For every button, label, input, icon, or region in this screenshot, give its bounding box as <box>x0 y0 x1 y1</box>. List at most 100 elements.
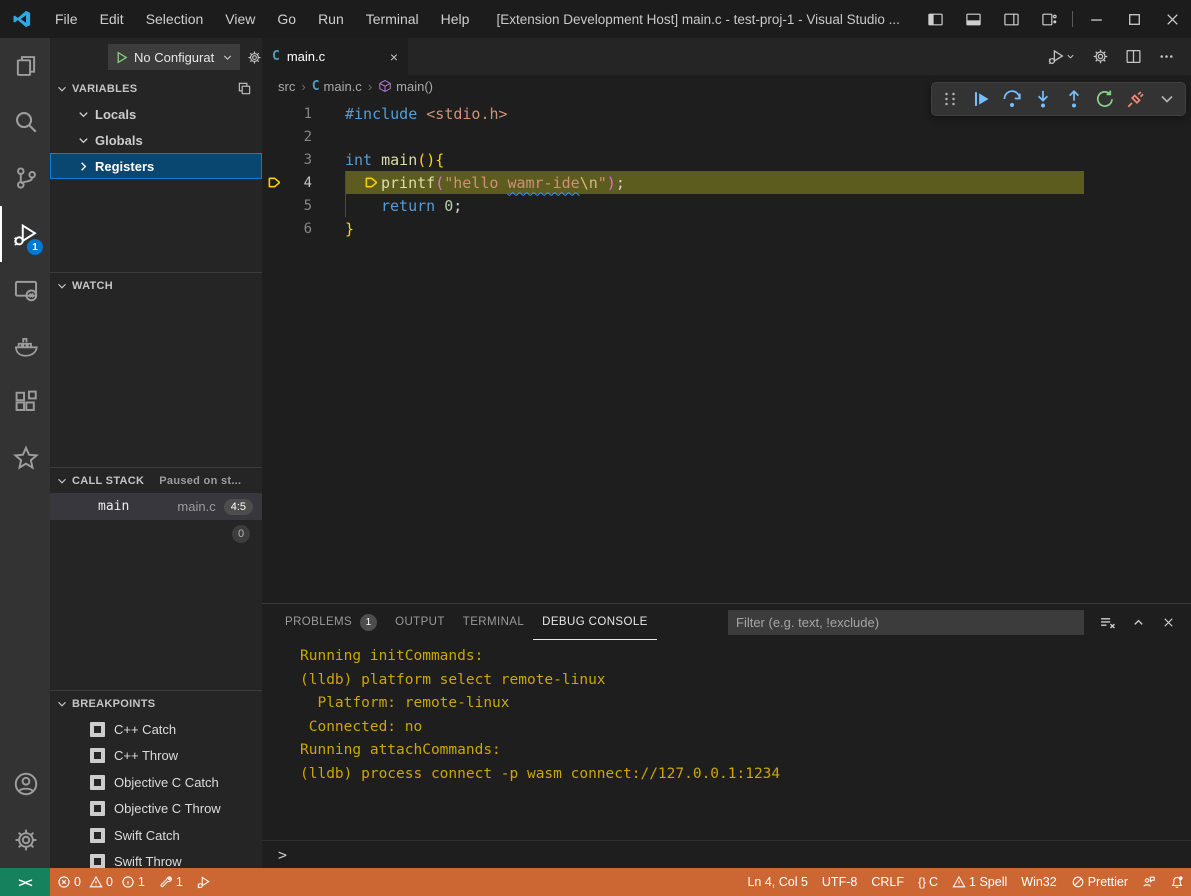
breakpoint-checkbox[interactable] <box>90 722 105 737</box>
variables-scope-registers[interactable]: Registers <box>50 153 262 179</box>
statusbar-spell-checker[interactable]: 1 Spell <box>945 868 1014 896</box>
statusbar-part: Win32 <box>1021 875 1056 889</box>
menu-help[interactable]: Help <box>430 0 481 38</box>
statusbar-prettier[interactable]: Prettier <box>1064 868 1135 896</box>
close-button[interactable] <box>1153 0 1191 38</box>
statusbar-encoding[interactable]: UTF-8 <box>815 868 864 896</box>
variables-scope-locals[interactable]: Locals <box>50 101 262 127</box>
disconnect-button[interactable] <box>1126 89 1146 109</box>
statusbar-part: 1 Spell <box>952 875 1007 889</box>
variables-scope-globals[interactable]: Globals <box>50 127 262 153</box>
activity-item-accounts[interactable] <box>0 756 50 812</box>
menu-go[interactable]: Go <box>266 0 307 38</box>
breakpoint-item[interactable]: Objective C Catch <box>50 769 262 796</box>
variables-header[interactable]: VARIABLES <box>50 76 262 101</box>
activity-item-remote-explorer[interactable] <box>0 262 50 318</box>
duplicate-icon[interactable] <box>237 81 252 96</box>
statusbar-feedback[interactable] <box>1135 868 1163 896</box>
activity-item-docker[interactable] <box>0 318 50 374</box>
step-into-button[interactable] <box>1033 89 1053 109</box>
debug-run-dropdown-button[interactable] <box>1048 48 1076 66</box>
customize-layout-button[interactable] <box>1030 0 1068 38</box>
step-out-button[interactable] <box>1064 89 1084 109</box>
debug-config-dropdown[interactable]: No Configurat <box>108 44 240 70</box>
gear-icon[interactable] <box>247 49 262 66</box>
statusbar-eol[interactable]: CRLF <box>864 868 911 896</box>
menu-terminal[interactable]: Terminal <box>355 0 430 38</box>
split-editor-button[interactable] <box>1125 48 1142 66</box>
breakpoint-checkbox[interactable] <box>90 801 105 816</box>
maximize-button[interactable] <box>1115 0 1153 38</box>
statusbar-cursor-position[interactable]: Ln 4, Col 5 <box>740 868 814 896</box>
stack-frame[interactable]: mainmain.c4:5 <box>50 493 262 520</box>
debug-console-input[interactable]: > <box>262 840 1191 868</box>
breakpoint-item[interactable]: Swift Catch <box>50 822 262 849</box>
layout-secondary-sidebar-button[interactable] <box>992 0 1030 38</box>
layout-panel-button[interactable] <box>954 0 992 38</box>
more-actions-button[interactable] <box>1158 48 1175 66</box>
statusbar-problems[interactable]: 001 <box>50 868 152 896</box>
breakpoint-checkbox[interactable] <box>90 828 105 843</box>
close-panel-icon[interactable] <box>1161 615 1176 630</box>
panel-tab-output[interactable]: OUTPUT <box>386 604 454 640</box>
console-line: Platform: remote-linux <box>300 692 1191 716</box>
activity-item-explorer[interactable] <box>0 38 50 94</box>
breakpoint-checkbox[interactable] <box>90 748 105 763</box>
restart-button[interactable] <box>1095 89 1115 109</box>
menu-edit[interactable]: Edit <box>89 0 135 38</box>
menu-run[interactable]: Run <box>307 0 355 38</box>
menu-file[interactable]: File <box>44 0 89 38</box>
menu-selection[interactable]: Selection <box>135 0 215 38</box>
gutter-breakpoint-area[interactable] <box>262 175 286 190</box>
breadcrumb-item-1[interactable]: src <box>278 79 295 94</box>
chevron-up-icon[interactable] <box>1131 615 1146 630</box>
activity-item-source-control[interactable] <box>0 150 50 206</box>
statusbar-platform[interactable]: Win32 <box>1014 868 1063 896</box>
statusbar-part: 1 <box>159 875 183 889</box>
line-number: 6 <box>286 221 312 237</box>
tab-main-c[interactable]: C main.c × <box>262 38 408 75</box>
statusbar-debug-indicator[interactable] <box>190 868 218 896</box>
breadcrumb-item-2[interactable]: Cmain.c <box>312 79 362 94</box>
activity-item-extensions[interactable] <box>0 374 50 430</box>
statusbar-tools-counter[interactable]: 1 <box>152 868 190 896</box>
breakpoint-item[interactable]: C++ Catch <box>50 716 262 743</box>
panel-tab-problems[interactable]: PROBLEMS1 <box>276 604 386 640</box>
panel-tab-terminal[interactable]: TERMINAL <box>454 604 533 640</box>
menu-view[interactable]: View <box>214 0 266 38</box>
breakpoint-item[interactable]: Swift Throw <box>50 849 262 869</box>
watch-header[interactable]: WATCH <box>50 273 262 298</box>
breakpoints-header[interactable]: BREAKPOINTS <box>50 691 262 716</box>
statusbar-notifications[interactable] <box>1163 868 1191 896</box>
code-editor[interactable]: 1#include <stdio.h>23int main(){4printf(… <box>262 97 1191 603</box>
breakpoint-item[interactable]: Objective C Throw <box>50 796 262 823</box>
error-icon <box>57 875 71 889</box>
layout-sidebar-button[interactable] <box>916 0 954 38</box>
remote-indicator[interactable]: >< <box>0 868 50 896</box>
breakpoint-checkbox[interactable] <box>90 775 105 790</box>
continue-icon <box>971 89 991 109</box>
activity-item-search[interactable] <box>0 94 50 150</box>
debug-console-output[interactable]: Running initCommands:(lldb) platform sel… <box>262 640 1191 840</box>
settings-gear-button[interactable] <box>1092 48 1109 66</box>
activity-item-favorites[interactable] <box>0 430 50 486</box>
statusbar-language-mode[interactable]: {}C <box>911 868 945 896</box>
activity-item-run-and-debug[interactable]: 1 <box>0 206 50 262</box>
console-filter-input[interactable] <box>728 610 1084 635</box>
close-tab-icon[interactable]: × <box>390 49 398 65</box>
continue-button[interactable] <box>971 89 991 109</box>
clear-console-icon[interactable] <box>1099 614 1116 631</box>
step-over-button[interactable] <box>1002 89 1022 109</box>
window-separator <box>1072 11 1073 27</box>
breakpoint-checkbox[interactable] <box>90 854 105 868</box>
step-over-icon <box>1002 89 1022 109</box>
activity-item-settings[interactable] <box>0 812 50 868</box>
statusbar-part: 0 <box>89 875 113 889</box>
call-stack-header[interactable]: CALL STACK Paused on st... <box>50 468 262 493</box>
dropdown-chevron-button[interactable] <box>1157 89 1177 109</box>
indent-guide <box>345 171 381 194</box>
breakpoint-item[interactable]: C++ Throw <box>50 743 262 770</box>
panel-tab-debug-console[interactable]: DEBUG CONSOLE <box>533 604 657 640</box>
breadcrumb-item-3[interactable]: main() <box>378 79 433 94</box>
minimize-button[interactable] <box>1077 0 1115 38</box>
